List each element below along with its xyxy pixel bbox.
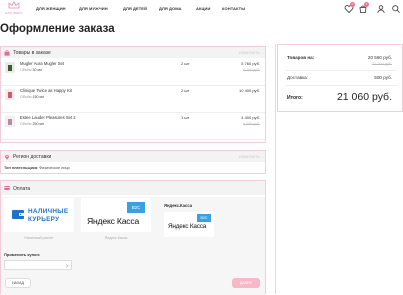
product-quantity: 2 шт: [181, 88, 190, 93]
product-old-price: 6 400 руб.: [243, 68, 260, 72]
nav-contacts[interactable]: КОНТАКТЫ: [222, 6, 245, 11]
delivery-edit-link[interactable]: ИЗМЕНИТЬ: [239, 155, 260, 159]
card-icon: [4, 186, 10, 190]
product-old-price: 6 500 руб.: [243, 122, 260, 126]
summary-divider: [275, 44, 276, 294]
product-price: 5 760 руб.: [241, 61, 260, 66]
cash-line-1: НАЛИЧНЫЕ: [28, 208, 69, 215]
summary-divider-2: [285, 85, 397, 86]
chevron-right-icon: [65, 264, 69, 268]
yandex-b2c-badge: B2C: [127, 202, 145, 213]
logo[interactable]: NATURERY: [3, 1, 25, 17]
selected-yandex-text: Яндекс Касса: [168, 223, 207, 230]
product-volume: Объём 150 мл: [20, 95, 45, 99]
cash-line-2: КУРЬЕРУ: [28, 216, 60, 223]
coupon-label: Применить купон:: [4, 252, 41, 257]
summary-goods-label: Товаров на:: [287, 55, 315, 60]
cart-panel-title: Товары в заказе: [13, 50, 51, 56]
delivery-panel-title: Регион доставки: [13, 154, 52, 160]
payment-panel-title: Оплата: [13, 185, 31, 192]
product-thumbnail[interactable]: [5, 116, 15, 127]
product-name[interactable]: Mugler Aura Mugler Set: [20, 61, 64, 66]
product-price: 10 400 руб.: [239, 88, 260, 93]
cash-caption: Наличный расчет: [24, 236, 54, 240]
yandex-logo-text: Яндекс Касса: [87, 216, 140, 226]
product-name[interactable]: Estee Lauder Pleasures Set 2: [20, 115, 76, 120]
cart-item-row: Clinique Twice as Happy Kit Объём 150 мл 2…: [1, 86, 265, 113]
back-button[interactable]: НАЗАД: [5, 278, 31, 288]
product-volume: Объём 30 мл: [20, 68, 43, 72]
payer-type: Тип плательщика: Физическое лицо: [4, 166, 70, 170]
wallet-icon: [12, 210, 24, 219]
top-navigation: NATURERY ДЛЯ ЖЕНЩИН ДЛЯ МУЖЧИН ДЛЯ ДЕТЕЙ…: [0, 0, 403, 18]
selected-payment-title: Яндекс.Касса: [164, 203, 193, 208]
brand-name: NATURERY: [5, 11, 23, 15]
payer-type-value: Физическое лицо: [39, 166, 70, 170]
location-icon: [5, 154, 9, 160]
payer-type-label: Тип плательщика:: [4, 166, 39, 170]
next-button[interactable]: ДАЛЕЕ: [232, 278, 260, 288]
summary-divider-1: [285, 70, 397, 71]
summary-goods-old: 21 200 руб.: [372, 62, 392, 66]
summary-total-label: Итого:: [287, 95, 303, 101]
summary-delivery-value: 500 руб.: [374, 75, 392, 80]
delivery-panel: Регион доставки ИЗМЕНИТЬ: [0, 150, 266, 174]
nav-men[interactable]: ДЛЯ МУЖЧИН: [79, 6, 108, 11]
product-name[interactable]: Clinique Twice as Happy Kit: [20, 88, 72, 93]
product-price: 4 400 руб.: [241, 115, 260, 120]
cart-panel: Товары в заказе ИЗМЕНИТЬ Mugler Aura Mug…: [0, 46, 266, 143]
bag-icon: [4, 49, 10, 56]
search-icon[interactable]: [391, 4, 401, 14]
delivery-panel-header: Регион доставки ИЗМЕНИТЬ: [1, 151, 265, 162]
cart-panel-header: Товары в заказе ИЗМЕНИТЬ: [1, 47, 265, 58]
payment-option-cash[interactable]: НАЛИЧНЫЕ КУРЬЕРУ: [4, 198, 74, 232]
cart-item-row: Mugler Aura Mugler Set Объём 30 мл 2 шт 5 7…: [1, 59, 265, 86]
summary-delivery-label: Доставка:: [287, 75, 309, 80]
favorites-badge: 0: [350, 2, 355, 7]
nav-kids[interactable]: ДЛЯ ДЕТЕЙ: [123, 6, 147, 11]
product-volume: Объём 250 мл: [20, 122, 45, 126]
order-summary: Товаров на: 20 560 руб. 21 200 руб. Дост…: [277, 44, 403, 112]
page-title: Оформление заказа: [0, 23, 115, 35]
product-thumbnail[interactable]: [5, 62, 15, 73]
yandex-red-mark: [87, 216, 94, 227]
payment-option-yandex[interactable]: B2C Яндекс Касса: [81, 198, 151, 232]
payment-panel-header: Оплата: [1, 181, 265, 195]
user-icon[interactable]: [376, 4, 386, 14]
coupon-input[interactable]: [4, 260, 72, 270]
crown-icon: [8, 1, 20, 9]
cart-item-row: Estee Lauder Pleasures Set 2 Объём 250 мл…: [1, 113, 265, 140]
product-quantity: 2 шт: [181, 61, 190, 66]
selected-payment-logo: B2C Яндекс Касса: [164, 212, 214, 237]
yandex-caption: Яндекс.Касса: [104, 236, 128, 240]
nav-women[interactable]: ДЛЯ ЖЕНЩИН: [36, 6, 66, 11]
product-quantity: 1 шт: [181, 115, 190, 120]
summary-goods-value: 20 560 руб.: [367, 55, 392, 60]
selected-b2c-badge: B2C: [197, 214, 211, 222]
product-thumbnail[interactable]: [5, 89, 15, 100]
cart-badge: 3: [364, 2, 369, 7]
nav-home[interactable]: ДЛЯ ДОМА: [159, 6, 182, 11]
cart-edit-link[interactable]: ИЗМЕНИТЬ: [239, 51, 260, 55]
summary-total-value: 21 060 руб.: [336, 91, 392, 103]
nav-sales[interactable]: АКЦИИ: [196, 6, 211, 11]
